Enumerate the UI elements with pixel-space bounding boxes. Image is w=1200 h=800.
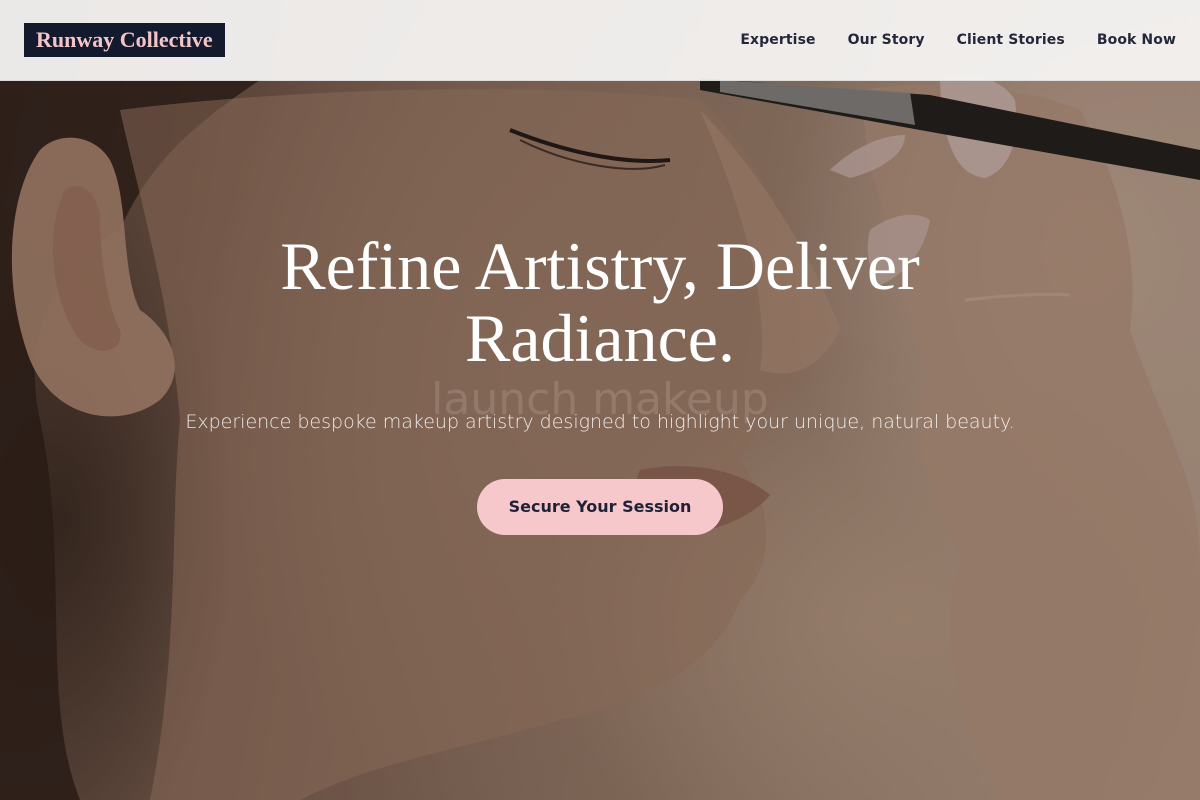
nav-link-book-now[interactable]: Book Now (1097, 32, 1176, 48)
main-nav: Expertise Our Story Client Stories Book … (740, 32, 1176, 48)
nav-link-client-stories[interactable]: Client Stories (957, 32, 1065, 48)
hero-title: Refine Artistry, Deliver Radiance. (280, 228, 920, 376)
nav-link-our-story[interactable]: Our Story (848, 32, 925, 48)
nav-link-expertise[interactable]: Expertise (740, 32, 815, 48)
brand-logo[interactable]: Runway Collective (24, 23, 225, 57)
site-header: Runway Collective Expertise Our Story Cl… (0, 0, 1200, 81)
secure-session-button[interactable]: Secure Your Session (477, 479, 723, 535)
hero-content: Refine Artistry, Deliver Radiance. launc… (0, 230, 1200, 535)
hero-subtitle: Experience bespoke makeup artistry desig… (185, 411, 1015, 433)
